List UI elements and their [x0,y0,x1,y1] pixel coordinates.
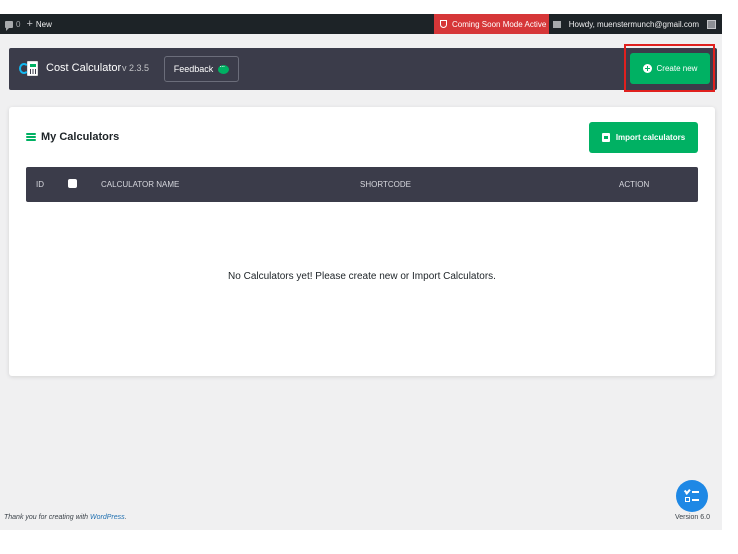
help-fab-button[interactable] [676,480,708,512]
footer-thanks: Thank you for creating with WordPress. [4,514,127,521]
table-header: ID CALCULATOR NAME SHORTCODE ACTION [26,167,698,202]
comments-link[interactable]: 0 [5,19,21,31]
column-shortcode[interactable]: SHORTCODE [360,180,411,189]
comment-icon [5,20,13,31]
footer-thanks-suffix: . [124,514,127,521]
comments-count: 0 [16,19,21,29]
avatar[interactable] [707,19,716,29]
calculators-card: My Calculators Import calculators ID CAL… [9,107,715,376]
app-version: v 2.3.5 [122,63,150,73]
shield-icon [440,20,447,28]
create-new-label: Create new [656,64,698,73]
checklist-icon [683,489,699,503]
plugin-header: Cost Calculator v 2.3.5 Feedback Create … [9,44,717,92]
new-content-link[interactable]: + New [26,18,52,30]
column-calculator-name[interactable]: CALCULATOR NAME [101,180,179,189]
footer-version: Version 6.0 [674,514,710,521]
feedback-label: Feedback [173,64,214,74]
admin-screen: 0 + New Coming Soon Mode Active Howdy, m… [0,14,722,530]
column-action: ACTION [619,180,650,189]
plus-icon: + [26,18,33,30]
plus-circle-icon [642,64,652,73]
import-label: Import calculators [615,133,686,142]
import-file-icon [601,133,610,142]
admin-bar: 0 + New Coming Soon Mode Active Howdy, m… [0,14,722,34]
empty-state-message: No Calculators yet! Please create new or… [228,271,496,282]
chat-bubble-icon [218,62,230,74]
new-label: New [35,19,52,29]
screen-options-icon[interactable] [552,20,561,28]
wordpress-link[interactable]: WordPress [90,514,125,521]
import-calculators-button[interactable]: Import calculators [589,122,698,153]
account-greeting[interactable]: Howdy, muenstermunch@gmail.com [569,20,699,29]
app-title: Cost Calculator [46,62,122,74]
feedback-button[interactable]: Feedback [164,56,239,82]
create-new-button[interactable]: Create new [630,53,710,84]
coming-soon-badge[interactable]: Coming Soon Mode Active [434,14,549,34]
footer-thanks-text: Thank you for creating with [4,514,90,521]
card-heading: My Calculators [26,131,119,143]
select-all-checkbox[interactable] [68,179,77,188]
cost-calculator-logo-icon [19,61,39,77]
list-icon [26,133,36,141]
card-title: My Calculators [41,131,120,143]
column-id[interactable]: ID [36,180,44,189]
coming-soon-label: Coming Soon Mode Active [452,19,547,29]
